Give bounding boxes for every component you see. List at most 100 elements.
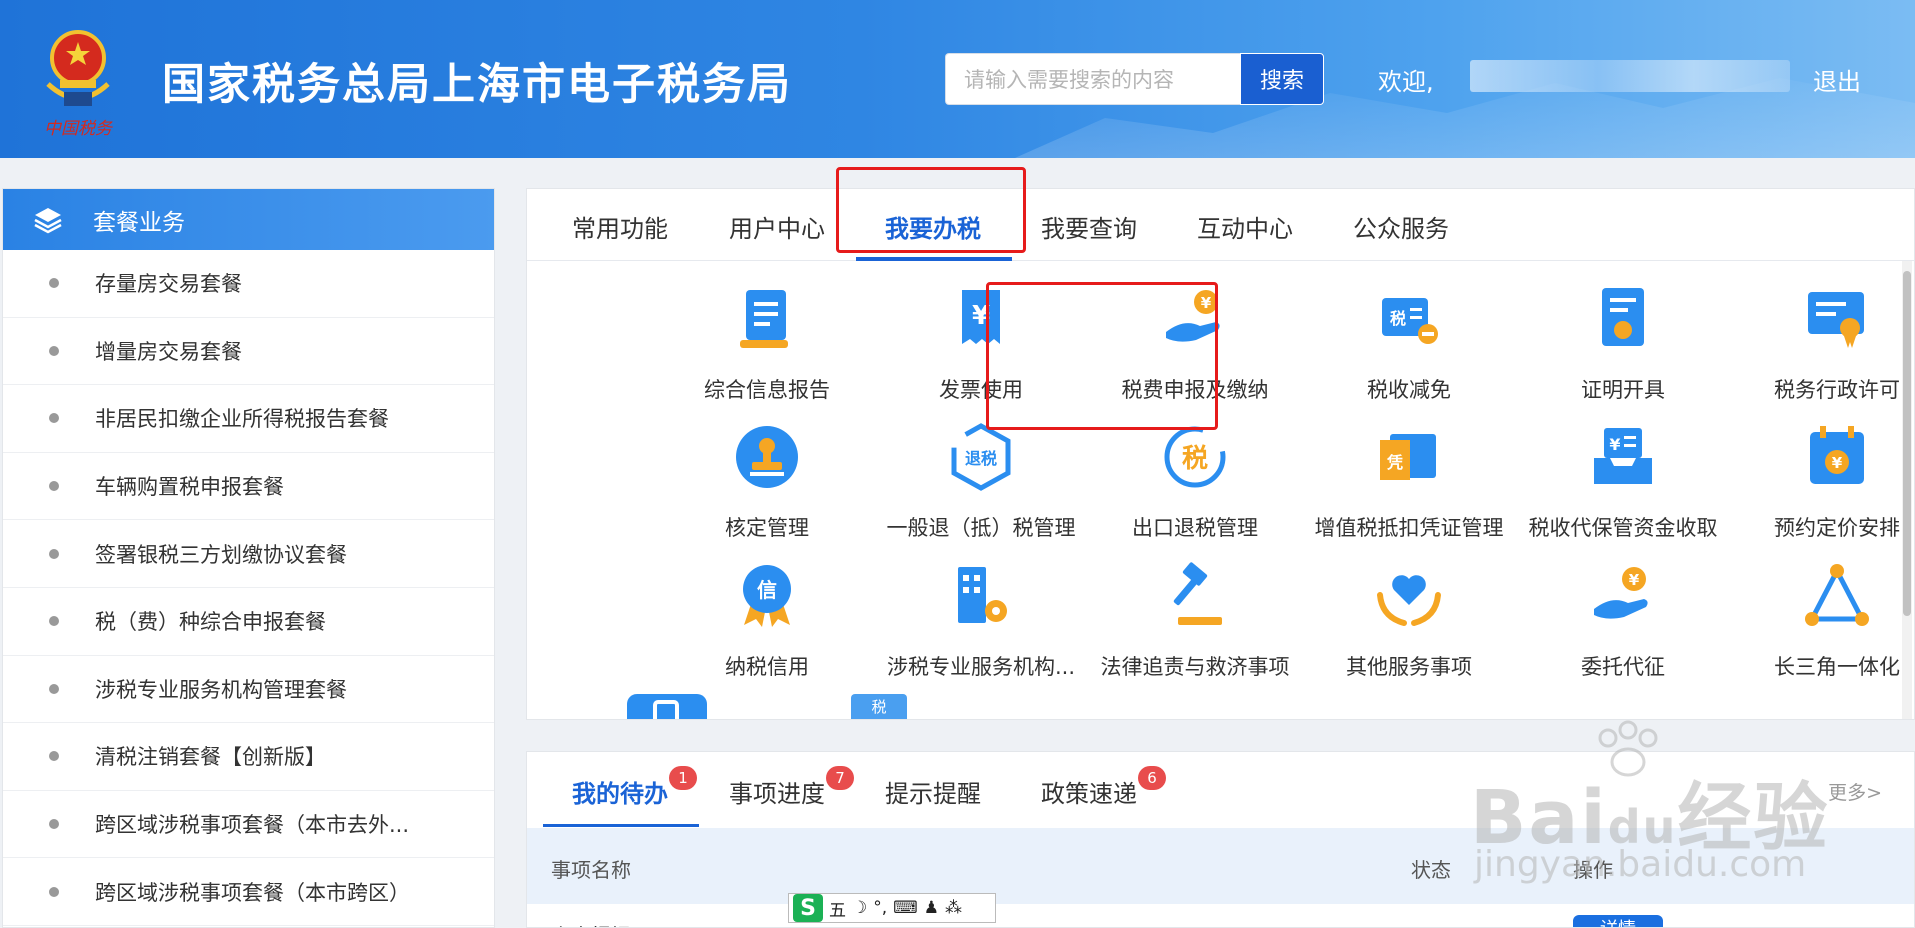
svg-text:¥: ¥ <box>1609 435 1620 454</box>
grid-item-assessment[interactable]: 核定管理 <box>660 422 874 542</box>
keyboard-icon[interactable]: ⌨ <box>893 898 918 918</box>
triangle-network-icon <box>1805 564 1869 626</box>
grid-item-label: 委托代征 <box>1581 655 1665 679</box>
grid-item-label: 纳税信用 <box>725 655 809 679</box>
logout-link[interactable]: 退出 <box>1813 62 1861 97</box>
moon-icon[interactable]: ☽ <box>852 898 867 918</box>
sidebar-item[interactable]: 涉税专业服务机构管理套餐 <box>3 656 494 724</box>
sidebar-item[interactable]: 签署银税三方划缴协议套餐 <box>3 520 494 588</box>
search-button[interactable]: 搜索 <box>1240 53 1324 105</box>
detail-button[interactable]: 详情 <box>1573 915 1663 927</box>
grid-item-legal-remedy[interactable]: 法律追责与救济事项 <box>1088 561 1302 681</box>
redacted-username <box>1470 60 1790 92</box>
more-link[interactable]: 更多> <box>1828 778 1882 805</box>
voucher-icon: 凭 <box>1380 434 1436 480</box>
grid-item-yangtze-delta[interactable]: 长三角一体化 <box>1730 561 1914 681</box>
grid-item-tax-agency[interactable]: 涉税专业服务机构... <box>874 561 1088 681</box>
tab-public-service[interactable]: 公众服务 <box>1353 209 1449 244</box>
grid-item-fund-custody[interactable]: ¥ 税收代保管资金收取 <box>1516 422 1730 542</box>
sogou-logo-icon[interactable]: S <box>793 894 823 922</box>
building-gear-icon <box>958 567 1007 623</box>
punctuation-icon[interactable]: °, <box>873 898 887 918</box>
partial-row-icon[interactable]: 税 <box>851 694 907 719</box>
grid-item-label: 出口退税管理 <box>1132 516 1258 540</box>
tab-interaction[interactable]: 互动中心 <box>1197 209 1293 244</box>
tab-policy[interactable]: 政策速递 <box>1041 774 1137 809</box>
credit-medal-icon: 信 <box>743 565 791 627</box>
ime-mode[interactable]: 五 <box>829 896 846 921</box>
welcome-text: 欢迎, <box>1378 68 1434 96</box>
site-header: 中国税务 国家税务总局上海市电子税务局 请输入需要搜索的内容 搜索 欢迎, 退出 <box>0 0 1915 158</box>
tab-reminders[interactable]: 提示提醒 <box>885 774 981 809</box>
scrollbar-thumb[interactable] <box>1903 271 1911 616</box>
active-tab-indicator <box>856 257 1012 261</box>
table-header: 事项名称 状态 操作 <box>527 828 1914 904</box>
grid-item-label: 核定管理 <box>725 516 809 540</box>
tab-my-todo[interactable]: 我的待办 <box>572 774 668 809</box>
sidebar-item-label: 涉税专业服务机构管理套餐 <box>95 677 347 702</box>
grid-item-label: 证明开具 <box>1581 378 1665 402</box>
heart-hands-icon <box>1377 575 1441 626</box>
column-header: 事项名称 <box>551 858 631 882</box>
grid-item-other-services[interactable]: 其他服务事项 <box>1302 561 1516 681</box>
calendar-yuan-icon: ¥ <box>1810 426 1864 484</box>
table-row-title[interactable]: 房申报提醒 <box>551 920 651 927</box>
grid-item-info-report[interactable]: 综合信息报告 <box>660 284 874 404</box>
sidebar-item-label: 车辆购置税申报套餐 <box>95 475 284 500</box>
badge-count: 6 <box>1138 766 1166 790</box>
layers-icon <box>34 207 62 233</box>
sidebar-item[interactable]: 存量房交易套餐 <box>3 250 494 318</box>
user-icon[interactable]: ♟ <box>924 898 939 918</box>
grid-item-label: 税务行政许可 <box>1774 378 1900 402</box>
svg-text:税: 税 <box>1182 444 1208 474</box>
search-input[interactable]: 请输入需要搜索的内容 <box>945 53 1240 105</box>
grid-item-pricing-arrangement[interactable]: ¥ 预约定价安排 <box>1730 422 1914 542</box>
grid-item-label: 税收代保管资金收取 <box>1528 516 1718 540</box>
bullet-icon <box>49 548 59 559</box>
grid-item-label: 涉税专业服务机构... <box>886 655 1076 679</box>
svg-text:凭: 凭 <box>1386 453 1403 472</box>
tab-query[interactable]: 我要查询 <box>1041 209 1137 244</box>
bullet-icon <box>49 345 59 356</box>
main-tabs: 常用功能 用户中心 我要办税 我要查询 互动中心 公众服务 <box>527 189 1914 261</box>
todo-panel: 我的待办 1 事项进度 7 提示提醒 政策速递 6 更多> 事项名称 状态 操作… <box>526 751 1915 928</box>
sidebar-item[interactable]: 跨区域涉税事项套餐（本市跨区） <box>3 858 494 926</box>
delegate-coin-icon: ¥ <box>1594 567 1648 619</box>
grid-item-vat-voucher[interactable]: 凭 增值税抵扣凭证管理 <box>1302 422 1516 542</box>
sidebar-item-label: 签署银税三方划缴协议套餐 <box>95 542 347 567</box>
bullet-icon <box>49 751 59 762</box>
sidebar-item-label: 存量房交易套餐 <box>95 272 242 297</box>
sidebar-item[interactable]: 跨区域涉税事项套餐（本市去外... <box>3 791 494 859</box>
grid-item-certificate[interactable]: 证明开具 <box>1516 284 1730 404</box>
grid-menu-icon[interactable]: ⁂ <box>945 898 962 918</box>
badge-count: 7 <box>826 766 854 790</box>
sidebar-item-label: 清税注销套餐【创新版】 <box>95 745 326 770</box>
bullet-icon <box>49 278 59 289</box>
sidebar-item[interactable]: 非居民扣缴企业所得税报告套餐 <box>3 385 494 453</box>
tab-progress[interactable]: 事项进度 <box>729 774 825 809</box>
highlight-box-item <box>986 282 1218 430</box>
grid-item-label: 税收减免 <box>1367 378 1451 402</box>
grid-item-tax-reduction[interactable]: 税 税收减免 <box>1302 284 1516 404</box>
sidebar-item[interactable]: 增量房交易套餐 <box>3 318 494 386</box>
tab-common-functions[interactable]: 常用功能 <box>572 209 668 244</box>
sidebar-item[interactable]: 清税注销套餐【创新版】 <box>3 723 494 791</box>
grid-item-tax-credit[interactable]: 信 纳税信用 <box>660 561 874 681</box>
gavel-icon <box>1173 562 1222 625</box>
grid-item-export-refund[interactable]: 税 出口退税管理 <box>1088 422 1302 542</box>
grid-item-delegated-collection[interactable]: ¥ 委托代征 <box>1516 561 1730 681</box>
sidebar-header[interactable]: 套餐业务 <box>3 189 494 250</box>
tax-emblem-logo[interactable]: 中国税务 <box>30 22 126 142</box>
panel-scrollbar[interactable] <box>1902 261 1912 719</box>
sidebar-item[interactable]: 车辆购置税申报套餐 <box>3 453 494 521</box>
export-refund-icon: 税 <box>1164 426 1226 488</box>
grid-item-label: 法律追责与救济事项 <box>1100 655 1290 679</box>
bullet-icon <box>49 819 59 830</box>
partial-row-icon[interactable] <box>627 694 707 720</box>
sidebar-item[interactable]: 税（费）种综合申报套餐 <box>3 588 494 656</box>
grid-item-general-refund[interactable]: 退税 一般退（抵）税管理 <box>874 422 1088 542</box>
ime-toolbar[interactable]: S 五 ☽ °, ⌨ ♟ ⁂ <box>788 893 996 923</box>
tab-user-center[interactable]: 用户中心 <box>729 209 825 244</box>
grid-item-label: 预约定价安排 <box>1774 516 1900 540</box>
grid-item-admin-license[interactable]: 税务行政许可 <box>1730 284 1914 404</box>
